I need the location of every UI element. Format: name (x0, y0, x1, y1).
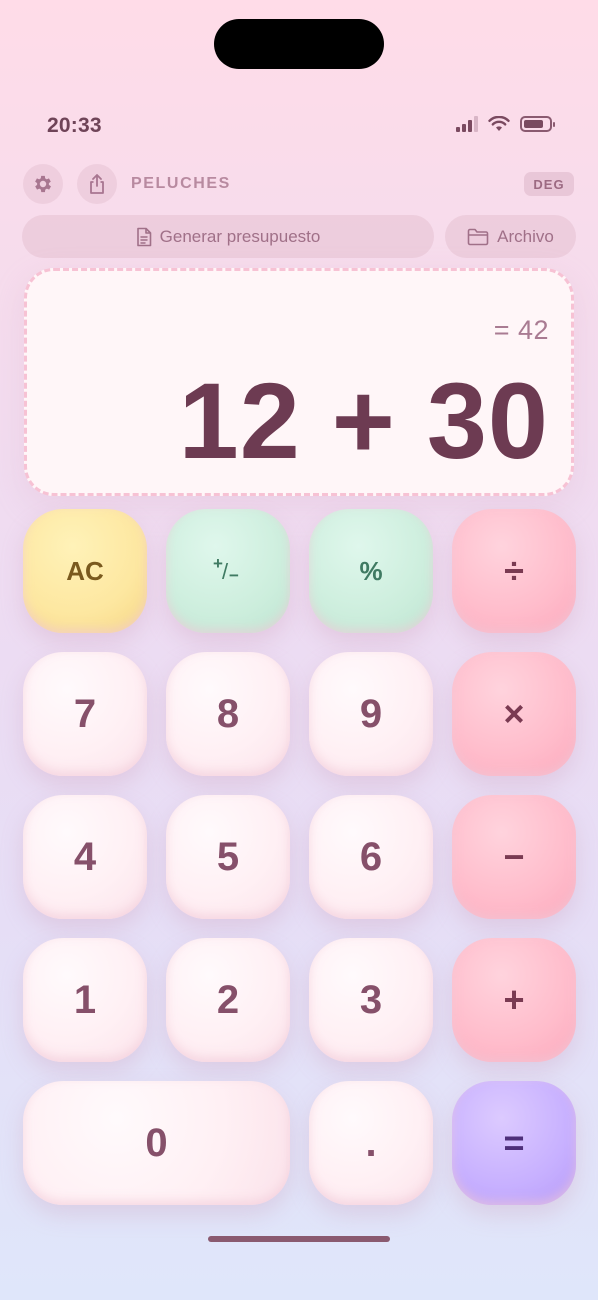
cellular-signal-icon (456, 116, 478, 132)
plus-minus-icon: + / − (213, 554, 239, 585)
digit-0-button[interactable]: 0 (23, 1081, 290, 1205)
digit-7-button[interactable]: 7 (23, 652, 147, 776)
expression: 12 + 30 (178, 360, 549, 481)
wifi-icon (488, 116, 510, 131)
digit-3-button[interactable]: 3 (309, 938, 433, 1062)
multiply-button[interactable]: × (452, 652, 576, 776)
equals-button[interactable]: = (452, 1081, 576, 1205)
decimal-button[interactable]: . (309, 1081, 433, 1205)
battery-level (524, 120, 543, 128)
digit-9-button[interactable]: 9 (309, 652, 433, 776)
result-preview: = 42 (493, 315, 549, 345)
document-icon (136, 227, 151, 246)
archive-label: Archivo (497, 227, 554, 246)
generate-budget-label: Generar presupuesto (159, 227, 321, 246)
settings-button[interactable] (23, 164, 63, 204)
app-title: PELUCHES (131, 175, 231, 192)
dynamic-island (214, 19, 384, 69)
percent-button[interactable]: % (309, 509, 433, 633)
gear-icon (35, 175, 51, 193)
sign-toggle-button[interactable]: + / − (166, 509, 290, 633)
share-icon (90, 174, 104, 194)
folder-icon (467, 228, 489, 245)
calculator-display: = 42 12 + 30 (24, 268, 574, 496)
digit-8-button[interactable]: 8 (166, 652, 290, 776)
home-indicator[interactable] (208, 1236, 390, 1242)
digit-5-button[interactable]: 5 (166, 795, 290, 919)
digit-1-button[interactable]: 1 (23, 938, 147, 1062)
status-time: 20:33 (47, 114, 102, 137)
digit-2-button[interactable]: 2 (166, 938, 290, 1062)
angle-mode-toggle[interactable]: DEG (524, 172, 574, 196)
clear-button[interactable]: AC (23, 509, 147, 633)
subtract-button[interactable]: − (452, 795, 576, 919)
add-button[interactable]: + (452, 938, 576, 1062)
divide-button[interactable]: ÷ (452, 509, 576, 633)
status-icons (456, 116, 555, 132)
digit-4-button[interactable]: 4 (23, 795, 147, 919)
battery-icon (520, 116, 555, 132)
generate-budget-button[interactable]: Generar presupuesto (22, 215, 434, 258)
digit-6-button[interactable]: 6 (309, 795, 433, 919)
archive-button[interactable]: Archivo (445, 215, 576, 258)
share-button[interactable] (77, 164, 117, 204)
